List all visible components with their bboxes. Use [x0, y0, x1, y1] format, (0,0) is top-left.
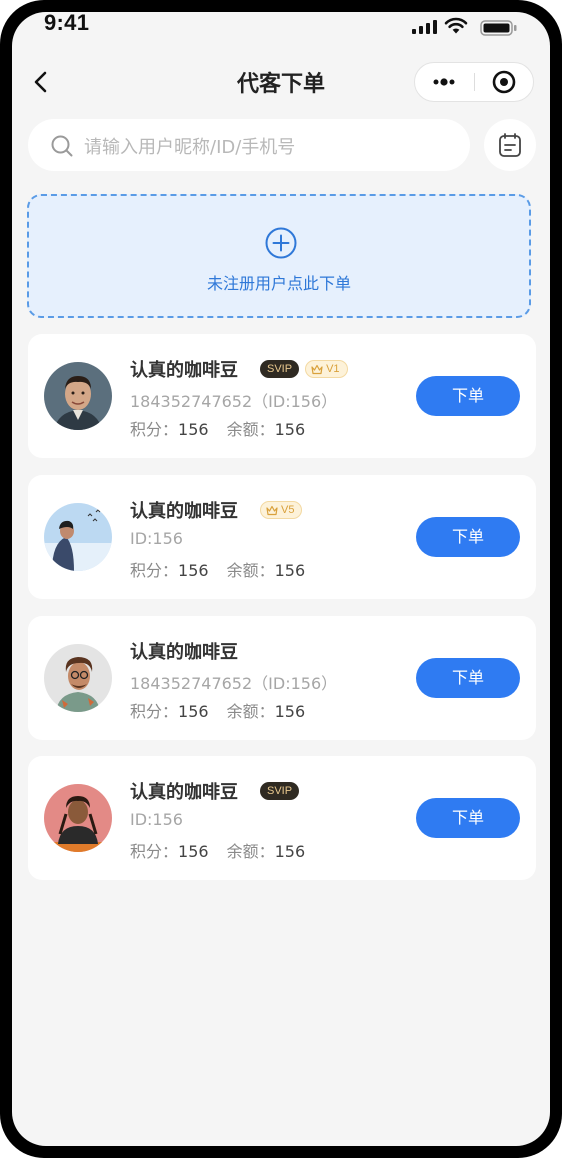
balance-label: 余额：: [226, 702, 275, 721]
points-value: 156: [178, 561, 209, 580]
avatar: [44, 644, 112, 712]
points-label: 积分：: [130, 702, 179, 721]
search-placeholder: 请输入用户昵称/ID/手机号: [84, 137, 296, 158]
user-name: 认真的咖啡豆: [130, 501, 238, 522]
balance-label: 余额：: [226, 420, 275, 439]
phone-frame: 9:41 代客下单 请输入用户昵称/ID/手机号 未注册用户点此下单 认真的咖啡…: [0, 0, 562, 1158]
user-name: 认真的咖啡豆: [130, 360, 238, 381]
search-input[interactable]: 请输入用户昵称/ID/手机号: [28, 119, 470, 171]
place-order-button[interactable]: 下单: [416, 798, 520, 838]
place-order-button[interactable]: 下单: [416, 658, 520, 698]
user-stats: 积分：156 余额：156: [130, 416, 323, 440]
points-value: 156: [178, 842, 209, 861]
place-order-button[interactable]: 下单: [416, 517, 520, 557]
points-label: 积分：: [130, 561, 179, 580]
status-time: 9:41: [44, 12, 90, 35]
user-phone-id: 184352747652（ID:156）: [130, 674, 338, 693]
calendar-icon: [499, 133, 521, 157]
user-stats: 积分：156 余额：156: [130, 838, 323, 862]
svip-badge: SVIP: [260, 782, 300, 800]
user-stats: 积分：156 余额：156: [130, 557, 323, 581]
user-card: 认真的咖啡豆 SVIP ID:156 积分：156 余额：156 下单: [28, 756, 536, 880]
points-value: 156: [178, 702, 209, 721]
user-id: ID:156: [130, 529, 183, 548]
badge-group: V5: [260, 501, 303, 519]
points-value: 156: [178, 420, 209, 439]
target-close-icon: [492, 70, 516, 94]
level-badge: V5: [260, 501, 303, 519]
balance-value: 156: [274, 420, 306, 439]
points-label: 积分：: [130, 842, 179, 861]
user-card: 认真的咖啡豆 V5 ID:156 积分：156 余额：156 下单: [28, 475, 536, 599]
screen: 9:41 代客下单 请输入用户昵称/ID/手机号 未注册用户点此下单 认真的咖啡…: [12, 12, 550, 1146]
wifi-icon: [444, 17, 468, 34]
balance-value: 156: [274, 561, 306, 580]
avatar: [44, 503, 112, 571]
balance-value: 156: [274, 842, 306, 861]
calendar-button[interactable]: [484, 119, 536, 171]
plus-circle-icon: [265, 227, 297, 259]
user-card: 认真的咖啡豆 SVIP V1 184352747652（ID:156） 积分：1…: [28, 334, 536, 458]
battery-icon: [480, 20, 517, 36]
user-stats: 积分：156 余额：156: [130, 698, 323, 722]
add-unregistered-label: 未注册用户点此下单: [206, 274, 351, 293]
user-name: 认真的咖啡豆: [130, 642, 238, 663]
badge-group: SVIP V1: [260, 360, 348, 378]
close-mini-program-button[interactable]: [475, 63, 533, 101]
svip-badge: SVIP: [260, 360, 300, 378]
more-menu-button[interactable]: [415, 63, 473, 101]
avatar: [44, 362, 112, 430]
user-phone-id: 184352747652（ID:156）: [130, 392, 338, 411]
more-dots-icon: [433, 78, 455, 86]
level-text: V1: [326, 363, 340, 375]
signal-icon: [412, 20, 437, 34]
points-label: 积分：: [130, 420, 179, 439]
crown-icon: [266, 505, 278, 515]
nav-bar: 代客下单: [12, 60, 550, 108]
user-card: 认真的咖啡豆 184352747652（ID:156） 积分：156 余额：156…: [28, 616, 536, 740]
add-unregistered-order-button[interactable]: 未注册用户点此下单: [27, 194, 531, 318]
balance-value: 156: [274, 702, 306, 721]
user-name: 认真的咖啡豆: [130, 782, 238, 803]
user-id: ID:156: [130, 810, 183, 829]
status-bar: 9:41: [12, 12, 550, 52]
level-badge: V1: [305, 360, 348, 378]
level-text: V5: [281, 504, 295, 516]
mini-program-capsule: [414, 62, 534, 102]
avatar: [44, 784, 112, 852]
crown-icon: [311, 364, 323, 374]
balance-label: 余额：: [226, 842, 275, 861]
balance-label: 余额：: [226, 561, 275, 580]
search-icon: [51, 135, 73, 157]
badge-group: SVIP: [260, 782, 300, 800]
place-order-button[interactable]: 下单: [416, 376, 520, 416]
